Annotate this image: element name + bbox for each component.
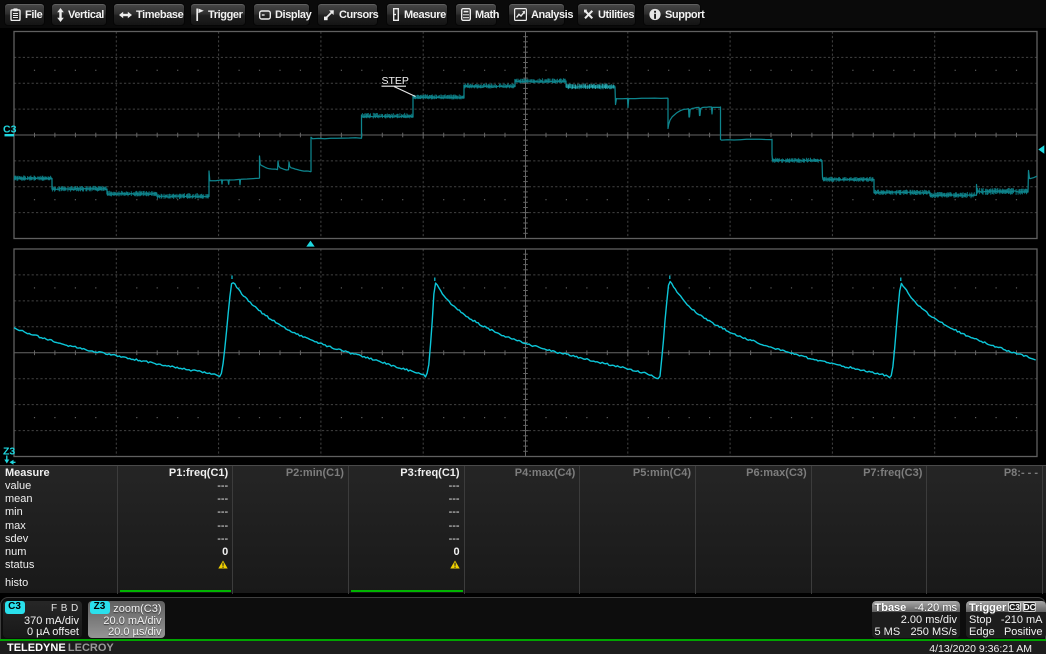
- svg-text:STEP: STEP: [382, 75, 409, 87]
- svg-text:C3: C3: [3, 124, 17, 136]
- svg-text:Z3: Z3: [3, 446, 15, 458]
